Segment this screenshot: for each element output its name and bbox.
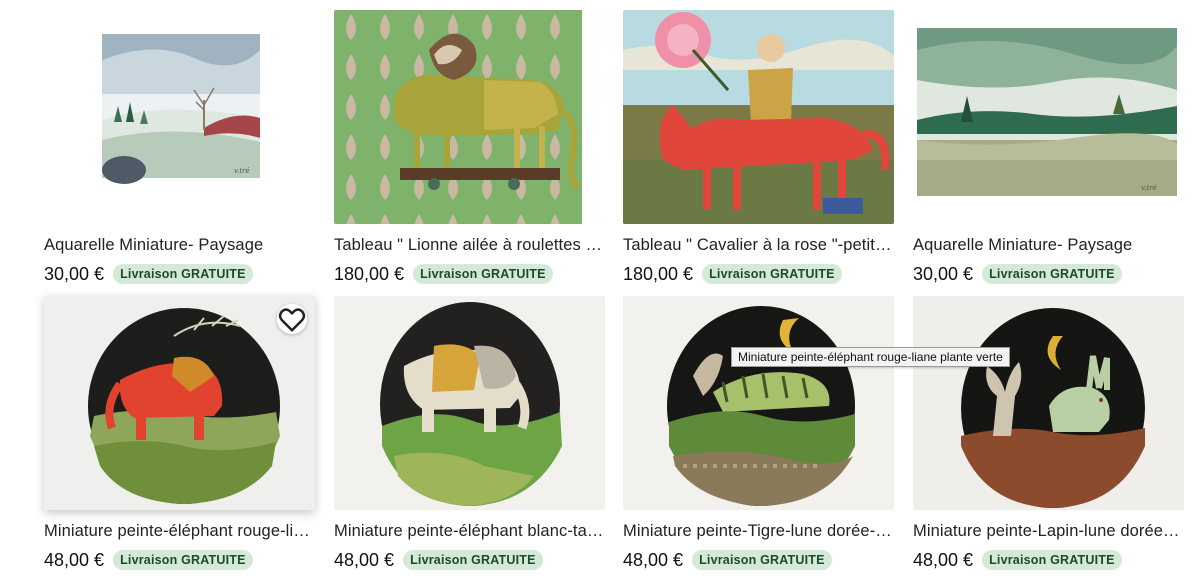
price-row: 180,00 € Livraison GRATUITE	[623, 262, 842, 286]
price-row: 30,00 € Livraison GRATUITE	[913, 262, 1122, 286]
free-shipping-badge: Livraison GRATUITE	[702, 264, 842, 284]
listing-image[interactable]	[334, 296, 605, 510]
svg-text:v.tré: v.tré	[1141, 184, 1157, 192]
free-shipping-badge: Livraison GRATUITE	[413, 264, 553, 284]
listing-price: 30,00 €	[44, 263, 105, 284]
free-shipping-badge: Livraison GRATUITE	[403, 550, 543, 570]
free-shipping-badge: Livraison GRATUITE	[113, 550, 253, 570]
listing-price: 48,00 €	[44, 549, 105, 570]
price-row: 48,00 € Livraison GRATUITE	[44, 548, 253, 572]
listing-price: 48,00 €	[913, 549, 974, 570]
listing-title[interactable]: Miniature peinte-Lapin-lune dorée-p...	[913, 522, 1184, 541]
listing-price: 180,00 €	[623, 263, 694, 284]
price-row: 48,00 € Livraison GRATUITE	[623, 548, 832, 572]
listing-image[interactable]	[623, 10, 894, 224]
listing-image[interactable]	[623, 296, 894, 510]
listing-price: 48,00 €	[334, 549, 395, 570]
listing-title[interactable]: Miniature peinte-éléphant rouge-lia...	[44, 522, 315, 541]
listing-title[interactable]: Tableau " Cavalier à la rose "-petit ch.…	[623, 236, 894, 255]
free-shipping-badge: Livraison GRATUITE	[982, 550, 1122, 570]
listing-title[interactable]: Aquarelle Miniature- Paysage	[44, 236, 315, 255]
price-row: 48,00 € Livraison GRATUITE	[913, 548, 1122, 572]
listing-image[interactable]	[44, 296, 315, 510]
listing-image[interactable]: v.tré	[913, 10, 1184, 224]
free-shipping-badge: Livraison GRATUITE	[982, 264, 1122, 284]
free-shipping-badge: Livraison GRATUITE	[113, 264, 253, 284]
listing-image[interactable]	[334, 10, 605, 224]
listing-title[interactable]: Miniature peinte-éléphant blanc-tapi...	[334, 522, 605, 541]
listing-title[interactable]: Tableau " Lionne ailée à roulettes "-D..…	[334, 236, 605, 255]
title-tooltip: Miniature peinte-éléphant rouge-liane pl…	[731, 347, 1010, 367]
listing-price: 30,00 €	[913, 263, 974, 284]
listing-title[interactable]: Miniature peinte-Tigre-lune dorée-pl...	[623, 522, 894, 541]
listing-image[interactable]	[913, 296, 1184, 510]
price-row: 30,00 € Livraison GRATUITE	[44, 262, 253, 286]
price-row: 180,00 € Livraison GRATUITE	[334, 262, 553, 286]
favorite-button[interactable]	[277, 304, 307, 334]
heart-outline-icon	[278, 308, 306, 332]
listing-title[interactable]: Aquarelle Miniature- Paysage	[913, 236, 1184, 255]
listing-image[interactable]: v.tré	[44, 10, 315, 224]
svg-text:v.tré: v.tré	[234, 167, 250, 175]
free-shipping-badge: Livraison GRATUITE	[692, 550, 832, 570]
price-row: 48,00 € Livraison GRATUITE	[334, 548, 543, 572]
listing-price: 180,00 €	[334, 263, 405, 284]
listing-price: 48,00 €	[623, 549, 684, 570]
